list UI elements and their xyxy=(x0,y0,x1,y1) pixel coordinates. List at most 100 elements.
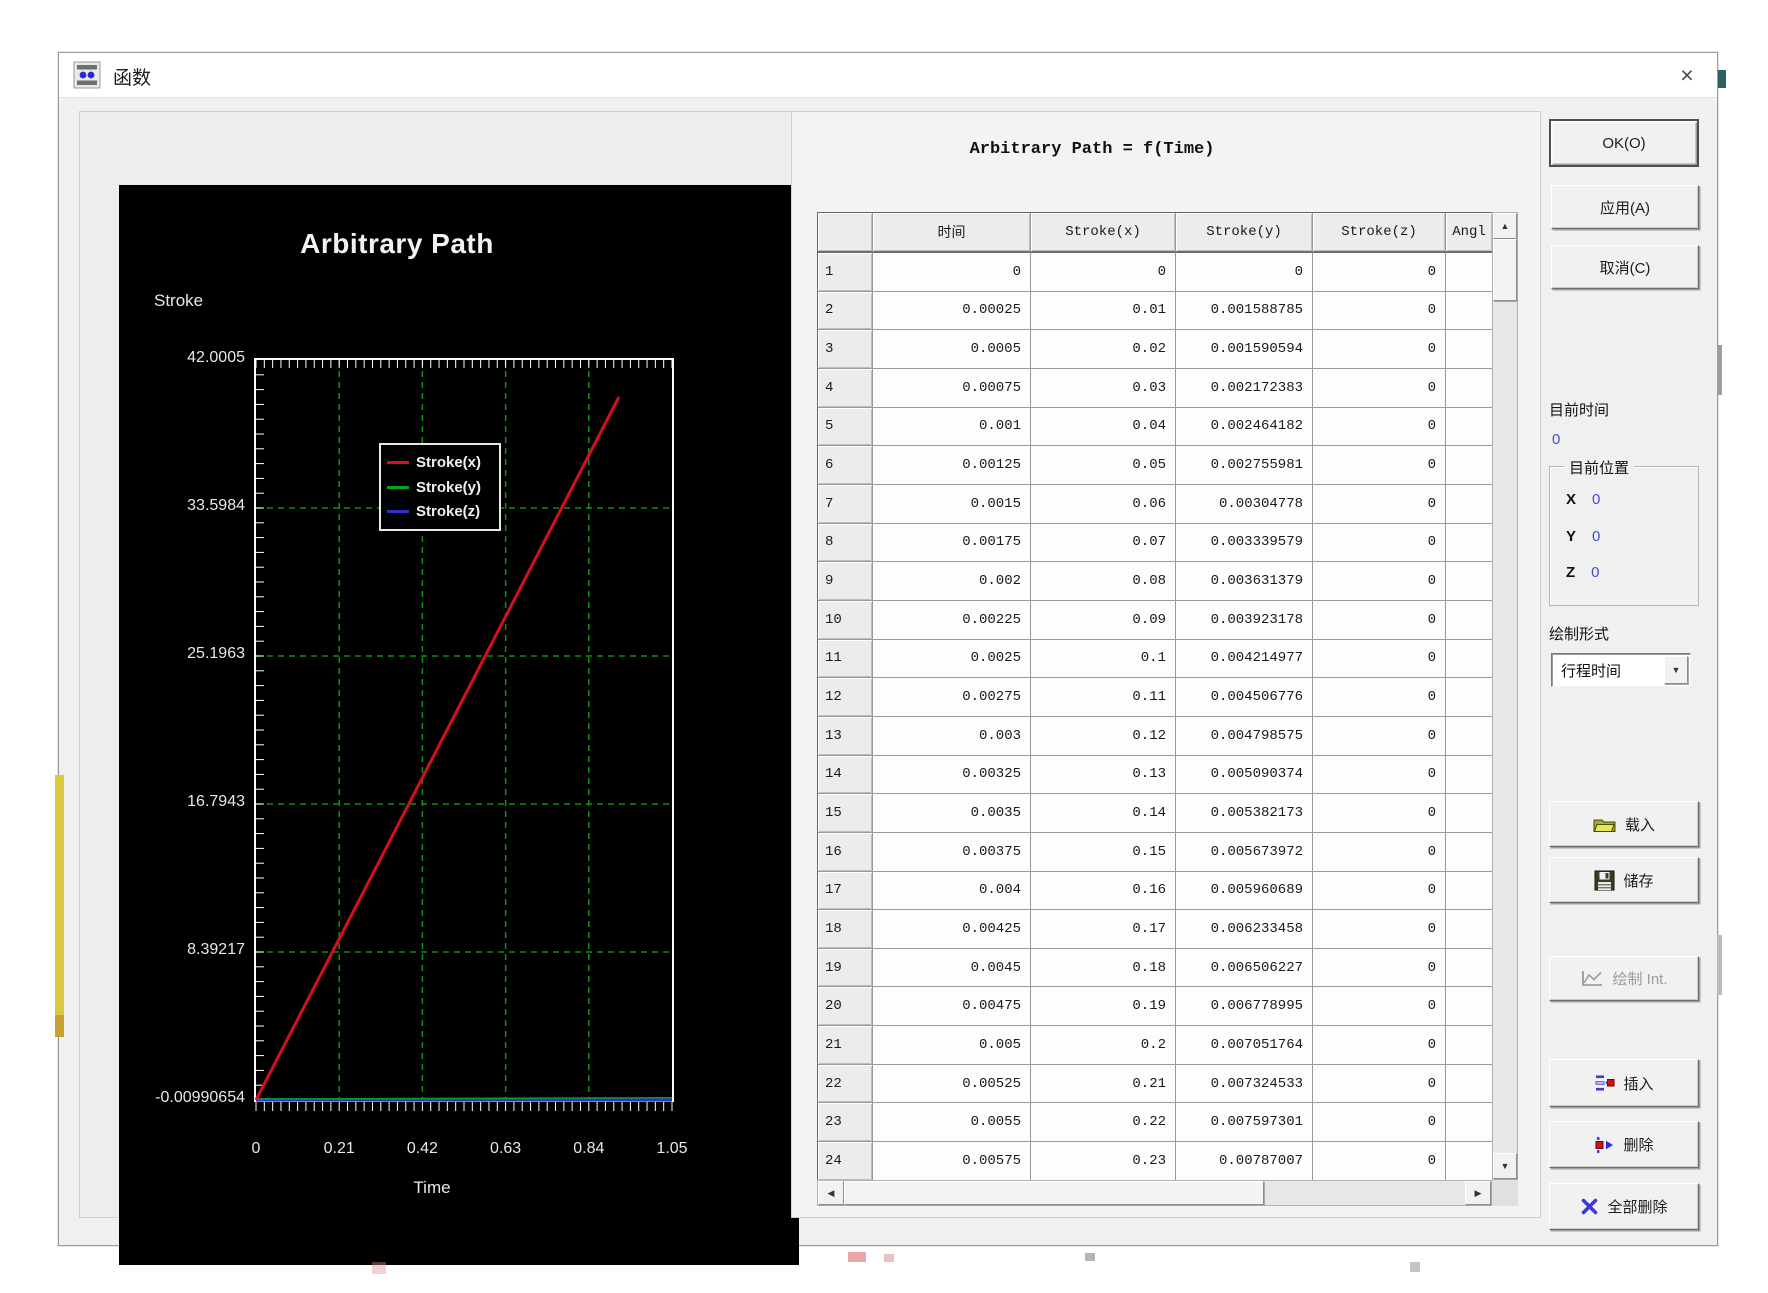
table-cell[interactable] xyxy=(1446,408,1493,447)
table-cell[interactable]: 0 xyxy=(873,253,1031,292)
table-cell[interactable] xyxy=(1446,253,1493,292)
table-cell[interactable]: 0.08 xyxy=(1031,562,1176,601)
close-button[interactable]: × xyxy=(1665,57,1709,93)
row-number-cell[interactable]: 23 xyxy=(818,1103,873,1142)
table-cell[interactable]: 0.02 xyxy=(1031,330,1176,369)
row-number-cell[interactable]: 11 xyxy=(818,640,873,679)
table-cell[interactable]: 0 xyxy=(1176,253,1313,292)
table-cell[interactable] xyxy=(1446,949,1493,988)
table-cell[interactable]: 0.001590594 xyxy=(1176,330,1313,369)
vertical-scrollbar[interactable]: ▲ ▼ xyxy=(1492,212,1518,1180)
table-cell[interactable]: 0 xyxy=(1313,678,1446,717)
table-cell[interactable]: 0 xyxy=(1313,292,1446,331)
table-cell[interactable] xyxy=(1446,872,1493,911)
table-cell[interactable]: 0.19 xyxy=(1031,987,1176,1026)
row-number-cell[interactable]: 6 xyxy=(818,446,873,485)
table-cell[interactable] xyxy=(1446,833,1493,872)
save-button[interactable]: 储存 xyxy=(1549,857,1699,903)
row-number-cell[interactable]: 15 xyxy=(818,794,873,833)
row-number-cell[interactable]: 18 xyxy=(818,910,873,949)
table-cell[interactable]: 0 xyxy=(1031,253,1176,292)
table-cell[interactable]: 0 xyxy=(1313,1026,1446,1065)
table-cell[interactable] xyxy=(1446,601,1493,640)
table-cell[interactable]: 0.00075 xyxy=(873,369,1031,408)
table-cell[interactable]: 0.01 xyxy=(1031,292,1176,331)
table-cell[interactable]: 0.004798575 xyxy=(1176,717,1313,756)
table-cell[interactable]: 0.0045 xyxy=(873,949,1031,988)
table-cell[interactable]: 0.22 xyxy=(1031,1103,1176,1142)
table-cell[interactable] xyxy=(1446,1065,1493,1104)
table-cell[interactable] xyxy=(1446,330,1493,369)
row-number-cell[interactable]: 5 xyxy=(818,408,873,447)
row-number-cell[interactable]: 17 xyxy=(818,872,873,911)
table-cell[interactable]: 0.007597301 xyxy=(1176,1103,1313,1142)
vertical-scroll-thumb[interactable] xyxy=(1493,239,1517,301)
table-cell[interactable] xyxy=(1446,1103,1493,1142)
table-cell[interactable]: 0.15 xyxy=(1031,833,1176,872)
table-cell[interactable] xyxy=(1446,678,1493,717)
table-cell[interactable]: 0.00575 xyxy=(873,1142,1031,1181)
table-cell[interactable]: 0.004 xyxy=(873,872,1031,911)
table-cell[interactable]: 0.00475 xyxy=(873,987,1031,1026)
title-bar[interactable]: 函数 × xyxy=(59,53,1717,98)
cancel-button[interactable]: 取消(C) xyxy=(1551,245,1699,289)
row-number-cell[interactable]: 16 xyxy=(818,833,873,872)
table-cell[interactable]: 0.007051764 xyxy=(1176,1026,1313,1065)
table-cell[interactable]: 0.003 xyxy=(873,717,1031,756)
table-cell[interactable] xyxy=(1446,369,1493,408)
scroll-down-button[interactable]: ▼ xyxy=(1493,1153,1517,1179)
table-cell[interactable]: 0.00787007 xyxy=(1176,1142,1313,1181)
table-cell[interactable] xyxy=(1446,756,1493,795)
table-cell[interactable]: 0.001588785 xyxy=(1176,292,1313,331)
table-cell[interactable]: 0 xyxy=(1313,601,1446,640)
horizontal-scroll-thumb[interactable] xyxy=(844,1181,1264,1205)
row-number-cell[interactable]: 14 xyxy=(818,756,873,795)
scroll-left-button[interactable]: ◀ xyxy=(818,1181,844,1205)
scroll-up-button[interactable]: ▲ xyxy=(1493,213,1517,239)
table-cell[interactable]: 0.00425 xyxy=(873,910,1031,949)
row-number-cell[interactable]: 2 xyxy=(818,292,873,331)
table-cell[interactable] xyxy=(1446,562,1493,601)
table-cell[interactable]: 0 xyxy=(1313,1065,1446,1104)
row-number-cell[interactable]: 10 xyxy=(818,601,873,640)
insert-row-button[interactable]: 插入 xyxy=(1549,1059,1699,1107)
table-cell[interactable]: 0.0005 xyxy=(873,330,1031,369)
table-cell[interactable]: 0.0025 xyxy=(873,640,1031,679)
table-cell[interactable]: 0.003923178 xyxy=(1176,601,1313,640)
table-cell[interactable]: 0.00275 xyxy=(873,678,1031,717)
table-cell[interactable]: 0.17 xyxy=(1031,910,1176,949)
apply-button[interactable]: 应用(A) xyxy=(1551,185,1699,229)
table-cell[interactable]: 0 xyxy=(1313,833,1446,872)
horizontal-scrollbar[interactable]: ◀ ▶ xyxy=(817,1180,1492,1206)
table-cell[interactable]: 0.14 xyxy=(1031,794,1176,833)
table-cell[interactable]: 0 xyxy=(1313,910,1446,949)
table-cell[interactable]: 0.006506227 xyxy=(1176,949,1313,988)
table-cell[interactable] xyxy=(1446,717,1493,756)
table-cell[interactable]: 0 xyxy=(1313,446,1446,485)
draw-int-button[interactable]: 绘制 Int. xyxy=(1549,956,1699,1001)
dropdown-arrow-button[interactable]: ▼ xyxy=(1664,656,1688,684)
table-cell[interactable]: 0.06 xyxy=(1031,485,1176,524)
row-number-cell[interactable]: 1 xyxy=(818,253,873,292)
table-cell[interactable]: 0 xyxy=(1313,1142,1446,1181)
table-cell[interactable]: 0.11 xyxy=(1031,678,1176,717)
row-number-cell[interactable]: 9 xyxy=(818,562,873,601)
row-number-cell[interactable]: 4 xyxy=(818,369,873,408)
table-cell[interactable]: 0.002464182 xyxy=(1176,408,1313,447)
table-cell[interactable]: 0.006778995 xyxy=(1176,987,1313,1026)
table-cell[interactable] xyxy=(1446,446,1493,485)
load-button[interactable]: 载入 xyxy=(1549,801,1699,847)
delete-row-button[interactable]: 删除 xyxy=(1549,1121,1699,1168)
table-cell[interactable]: 0.00375 xyxy=(873,833,1031,872)
table-cell[interactable]: 0.004214977 xyxy=(1176,640,1313,679)
row-number-cell[interactable]: 21 xyxy=(818,1026,873,1065)
table-cell[interactable] xyxy=(1446,987,1493,1026)
table-cell[interactable] xyxy=(1446,524,1493,563)
ok-button[interactable]: OK(O) xyxy=(1549,119,1699,167)
table-cell[interactable]: 0 xyxy=(1313,253,1446,292)
table-cell[interactable]: 0.00025 xyxy=(873,292,1031,331)
row-number-cell[interactable]: 24 xyxy=(818,1142,873,1181)
table-cell[interactable]: 0 xyxy=(1313,794,1446,833)
table-cell[interactable]: 0.0035 xyxy=(873,794,1031,833)
table-cell[interactable]: 0.18 xyxy=(1031,949,1176,988)
